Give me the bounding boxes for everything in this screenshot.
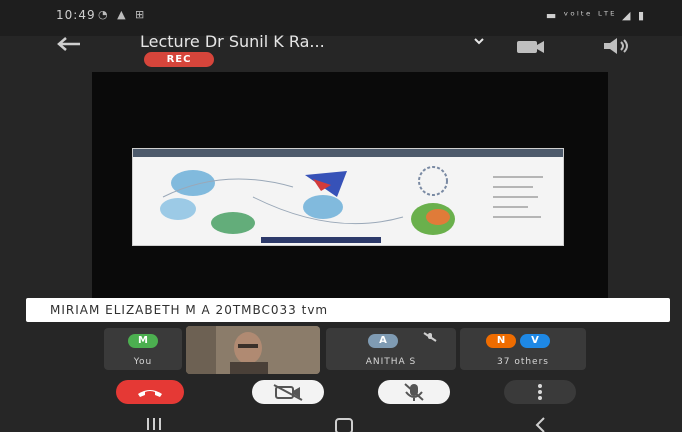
mic-muted-icon [423, 332, 437, 342]
others-tile[interactable]: N V 37 others [460, 328, 586, 370]
participant-avatar: A [368, 334, 398, 348]
participant-video[interactable] [186, 326, 320, 374]
home-icon[interactable] [332, 416, 356, 432]
chevron-down-icon[interactable] [474, 36, 484, 46]
speaker-caption: MIRIAM ELIZABETH M A 20TMBC033 tvm [26, 298, 670, 322]
others-label: 37 others [497, 357, 549, 367]
participant-avatar: M [128, 334, 158, 348]
slide-caption-bar [261, 237, 381, 243]
menu-icon[interactable] [144, 416, 164, 432]
status-system-icons: ▬ ᵛᵒˡᵗᵉ ᴸᵀᴱ ◢ ▮ [545, 9, 646, 22]
camera-off-icon [273, 384, 303, 401]
slide-header-strip [133, 149, 563, 157]
back-icon[interactable] [530, 416, 550, 432]
others-avatar-n: N [486, 334, 516, 348]
speaker-icon[interactable] [600, 37, 632, 55]
participant-tile-self[interactable]: M You [104, 328, 182, 370]
end-call-button[interactable] [116, 380, 184, 404]
mic-off-icon [404, 383, 424, 401]
status-time: 10:49 [56, 8, 96, 22]
more-options-icon [538, 384, 542, 400]
camera-switch-icon[interactable] [514, 37, 546, 55]
camera-toggle-button[interactable] [252, 380, 324, 404]
others-avatar-v: V [520, 334, 550, 348]
status-notification-icons: ◔ ▲ ⊞ [98, 8, 148, 21]
video-feed-image [186, 326, 320, 374]
back-arrow-icon[interactable] [56, 36, 82, 52]
slide-diagram [160, 166, 543, 235]
end-call-icon [138, 390, 162, 397]
shared-slide [132, 148, 564, 246]
recording-badge: REC [144, 52, 214, 67]
mic-toggle-button[interactable] [378, 380, 450, 404]
meeting-title[interactable]: Lecture Dr Sunil K Ra... [140, 32, 325, 51]
more-options-button[interactable] [504, 380, 576, 404]
participant-label: ANITHA S [365, 357, 417, 367]
participant-tile-anitha[interactable]: A ANITHA S [326, 328, 456, 370]
participant-label: You [133, 357, 153, 367]
